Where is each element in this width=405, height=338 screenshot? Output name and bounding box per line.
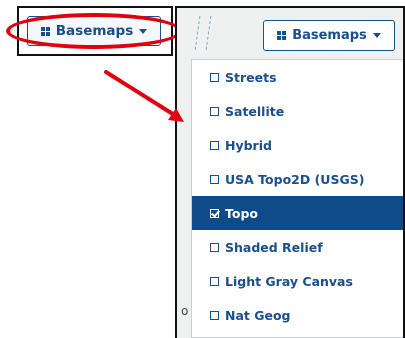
menu-item-label: USA Topo2D (USGS) (225, 171, 365, 187)
menu-item-label: Hybrid (225, 137, 272, 153)
checked-checkbox-icon[interactable] (210, 208, 219, 218)
menu-item-shaded-relief[interactable]: Shaded Relief (192, 230, 403, 264)
checkbox-icon[interactable] (210, 140, 219, 150)
checkbox-icon[interactable] (210, 276, 219, 286)
basemap-dropdown-menu: Streets Satellite Hybrid USA Topo2D (USG… (191, 59, 403, 338)
menu-item-label: Light Gray Canvas (225, 273, 353, 289)
menu-item-label: Nat Geog (225, 307, 291, 323)
checkbox-icon[interactable] (210, 242, 219, 252)
grid-icon (277, 31, 287, 40)
menu-item-label: Topo (225, 205, 258, 221)
map-panel: Basemaps Streets Satellite Hybrid USA To… (175, 6, 405, 338)
checkbox-icon[interactable] (210, 106, 219, 116)
menu-item-nat-geog[interactable]: Nat Geog (192, 298, 403, 332)
menu-item-streets[interactable]: Streets (192, 60, 403, 94)
menu-item-label: Satellite (225, 103, 285, 119)
basemaps-label-right: Basemaps (292, 28, 367, 43)
menu-item-satellite[interactable]: Satellite (192, 94, 403, 128)
highlight-ellipse (6, 13, 182, 49)
menu-item-hybrid[interactable]: Hybrid (192, 128, 403, 162)
checkbox-icon[interactable] (210, 310, 219, 320)
map-label-fragment: o (181, 304, 189, 318)
menu-item-light-gray-canvas[interactable]: Light Gray Canvas (192, 264, 403, 298)
checkbox-icon[interactable] (210, 72, 219, 82)
menu-item-label: Shaded Relief (225, 239, 323, 255)
menu-item-label: Streets (225, 69, 277, 85)
checkbox-icon[interactable] (210, 174, 219, 184)
basemaps-button-right[interactable]: Basemaps (263, 20, 395, 51)
caret-down-icon (372, 33, 381, 38)
menu-item-usa-topo2d[interactable]: USA Topo2D (USGS) (192, 162, 403, 196)
menu-item-topo[interactable]: Topo (192, 196, 403, 230)
